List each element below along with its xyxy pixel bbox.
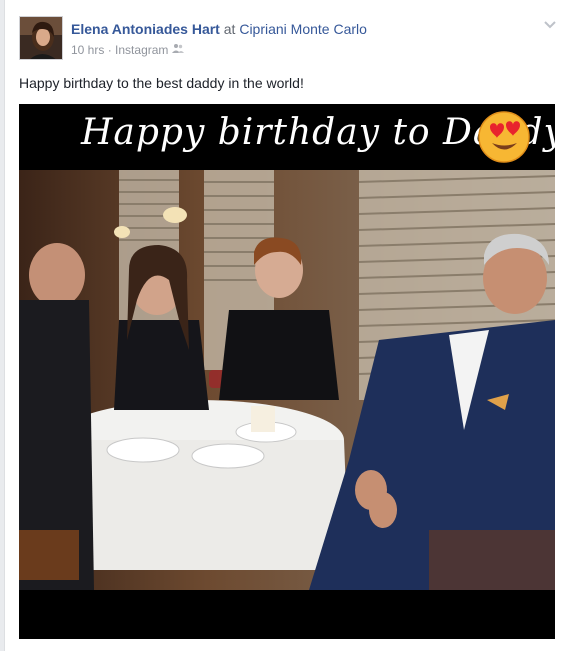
restaurant-scene xyxy=(19,170,555,590)
timestamp-link[interactable]: 10 hrs xyxy=(71,43,104,57)
source-link[interactable]: Instagram xyxy=(115,43,168,57)
photo-bottom-band xyxy=(19,590,555,639)
post-photo[interactable]: Happy birthday to Daddy ! xyxy=(19,104,555,639)
post-text: Happy birthday to the best daddy in the … xyxy=(19,75,304,91)
friends-icon[interactable] xyxy=(171,43,184,57)
post-meta: 10 hrs · Instagram xyxy=(71,42,184,57)
heart-eyes-emoji-icon xyxy=(478,111,530,163)
avatar-photo xyxy=(20,17,62,59)
photo-caption-band: Happy birthday to Daddy ! xyxy=(19,104,555,170)
author-name-link[interactable]: Elena Antoniades Hart xyxy=(71,21,220,37)
chevron-down-icon[interactable] xyxy=(542,16,558,32)
place-link[interactable]: Cipriani Monte Carlo xyxy=(239,21,367,37)
post-header: Elena Antoniades Hart at Cipriani Monte … xyxy=(71,21,367,37)
post-card: Elena Antoniades Hart at Cipriani Monte … xyxy=(4,0,566,651)
at-label: at xyxy=(223,21,236,37)
meta-separator: · xyxy=(107,42,112,57)
avatar[interactable] xyxy=(19,16,63,60)
